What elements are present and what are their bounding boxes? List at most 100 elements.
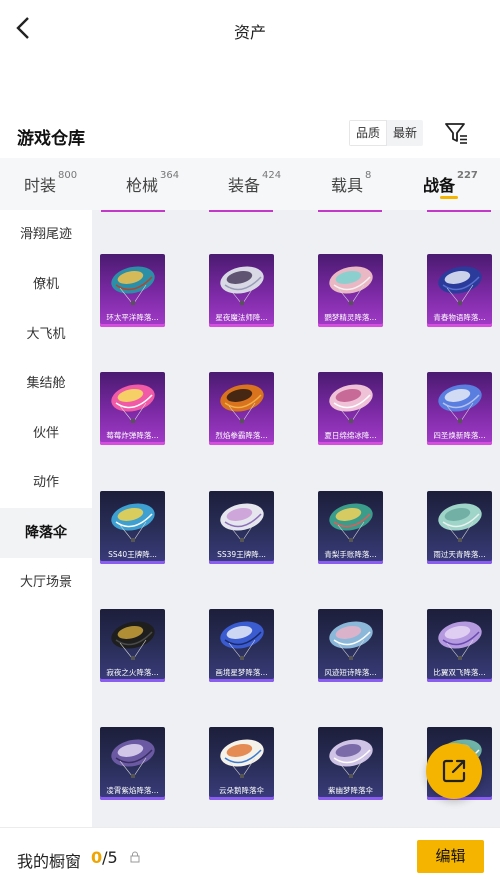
item-card[interactable]: 四圣焕新降落... bbox=[427, 372, 492, 445]
item-name: 比翼双飞降落... bbox=[433, 668, 486, 677]
parachute-icon bbox=[220, 384, 264, 423]
item-card[interactable]: 夏日绵绵冰降... bbox=[318, 372, 383, 445]
parachute-icon bbox=[438, 503, 482, 542]
item-name: 画境星梦降落... bbox=[215, 668, 268, 677]
showcase-total: /5 bbox=[102, 848, 118, 867]
sidebar-item-big-plane[interactable]: 大飞机 bbox=[0, 310, 92, 360]
parachute-icon bbox=[111, 503, 155, 542]
item-card[interactable]: 紫幽梦降落伞 bbox=[318, 727, 383, 800]
item-name: SS39王牌降... bbox=[217, 550, 266, 559]
tab-label: 装备 bbox=[228, 176, 261, 195]
sort-option-newest[interactable]: 最新 bbox=[387, 120, 423, 146]
showcase-label: 我的橱窗 bbox=[17, 852, 82, 871]
item-name: 星夜魔法师降... bbox=[215, 313, 268, 322]
tab-battle-gear[interactable]: 战备227 bbox=[423, 170, 478, 196]
parachute-icon bbox=[438, 384, 482, 423]
parachute-icon bbox=[111, 266, 155, 305]
item-name: 寂夜之火降落... bbox=[106, 668, 159, 677]
sidebar-item-companion[interactable]: 伙伴 bbox=[0, 409, 92, 459]
sidebar-item-parachute[interactable]: 降落伞 bbox=[0, 508, 92, 558]
item-card[interactable]: 莓莓炸弹降落... bbox=[100, 372, 165, 445]
filter-icon[interactable] bbox=[443, 120, 469, 146]
card-edge bbox=[318, 210, 382, 212]
item-name: 紫幽梦降落伞 bbox=[328, 786, 373, 795]
item-card[interactable]: 星夜魔法师降... bbox=[209, 254, 274, 327]
card-edge bbox=[101, 210, 165, 212]
item-name: 雨过天青降落... bbox=[433, 550, 486, 559]
parachute-icon bbox=[220, 266, 264, 305]
tab-count: 364 bbox=[160, 170, 180, 181]
tab-label: 时装 bbox=[24, 176, 57, 195]
item-card[interactable]: 寂夜之火降落... bbox=[100, 609, 165, 682]
item-name: 青春物语降落... bbox=[433, 313, 486, 322]
item-name: SS40王牌降... bbox=[108, 550, 157, 559]
item-name: 鹦梦精灵降落... bbox=[324, 313, 377, 322]
sort-option-quality[interactable]: 品质 bbox=[349, 120, 388, 146]
item-card[interactable]: 画境星梦降落... bbox=[209, 609, 274, 682]
tab-count: 227 bbox=[457, 170, 478, 181]
tab-count: 800 bbox=[58, 170, 78, 181]
section-header: 游戏仓库 品质 最新 bbox=[0, 120, 500, 152]
showcase-bar: 我的橱窗 0/5 编辑 bbox=[0, 827, 500, 885]
sidebar-item-lobby-scene[interactable]: 大厅场景 bbox=[0, 558, 92, 608]
section-title: 游戏仓库 bbox=[17, 129, 85, 149]
share-external-icon bbox=[442, 759, 466, 783]
showcase-count: 0/5 bbox=[91, 848, 118, 867]
item-name: 云朵鹅降落伞 bbox=[219, 786, 264, 795]
share-button[interactable] bbox=[426, 743, 482, 799]
tab-count: 424 bbox=[262, 170, 282, 181]
showcase-current: 0 bbox=[91, 848, 103, 867]
parachute-icon bbox=[329, 621, 373, 660]
sidebar-item-wingman[interactable]: 僚机 bbox=[0, 260, 92, 310]
parachute-icon bbox=[329, 384, 373, 423]
tab-weapons[interactable]: 枪械364 bbox=[126, 170, 180, 196]
item-name: 四圣焕新降落... bbox=[433, 431, 486, 440]
item-card[interactable]: 环太平洋降落... bbox=[100, 254, 165, 327]
edit-button[interactable]: 编辑 bbox=[417, 840, 484, 873]
tab-equipment[interactable]: 装备424 bbox=[228, 170, 282, 196]
parachute-icon bbox=[329, 503, 373, 542]
active-tab-indicator bbox=[440, 196, 458, 199]
parachute-icon bbox=[329, 739, 373, 778]
card-edge bbox=[209, 210, 273, 212]
sidebar-item-rally-pod[interactable]: 集结舱 bbox=[0, 359, 92, 409]
item-grid: 环太平洋降落... 星夜魔法师降... 鹦梦精灵降落... 青春物语降落... 莓莓炸弹… bbox=[92, 210, 500, 827]
parachute-icon bbox=[438, 266, 482, 305]
parachute-icon bbox=[111, 621, 155, 660]
parachute-icon bbox=[438, 621, 482, 660]
item-name: 环太平洋降落... bbox=[106, 313, 159, 322]
top-bar: 资产 bbox=[0, 0, 500, 58]
parachute-icon bbox=[220, 621, 264, 660]
item-card[interactable]: 比翼双飞降落... bbox=[427, 609, 492, 682]
sidebar-item-glide-trail[interactable]: 滑翔尾迹 bbox=[0, 210, 92, 260]
item-card[interactable]: 风迹短诗降落... bbox=[318, 609, 383, 682]
sort-toggle: 品质 最新 bbox=[349, 120, 424, 146]
item-name: 青梨手账降落... bbox=[324, 550, 377, 559]
item-card[interactable]: 烈焰拳霸降落... bbox=[209, 372, 274, 445]
sidebar-item-emote[interactable]: 动作 bbox=[0, 458, 92, 508]
lock-icon bbox=[130, 851, 140, 863]
item-name: 夏日绵绵冰降... bbox=[324, 431, 377, 440]
tab-fashion[interactable]: 时装800 bbox=[24, 170, 78, 196]
item-name: 凌霄紫焰降落... bbox=[106, 786, 159, 795]
item-card[interactable]: 青春物语降落... bbox=[427, 254, 492, 327]
item-name: 烈焰拳霸降落... bbox=[215, 431, 268, 440]
tab-label: 载具 bbox=[331, 176, 364, 195]
item-card[interactable]: 鹦梦精灵降落... bbox=[318, 254, 383, 327]
item-card[interactable]: 青梨手账降落... bbox=[318, 491, 383, 564]
item-card[interactable]: 雨过天青降落... bbox=[427, 491, 492, 564]
tab-count: 8 bbox=[365, 170, 372, 181]
tab-vehicles[interactable]: 载具8 bbox=[331, 170, 372, 196]
item-card[interactable]: SS40王牌降... bbox=[100, 491, 165, 564]
card-edge bbox=[427, 210, 491, 212]
parachute-icon bbox=[111, 384, 155, 423]
category-tabs: 时装800 枪械364 装备424 载具8 战备227 bbox=[0, 158, 500, 210]
item-name: 风迹短诗降落... bbox=[324, 668, 377, 677]
parachute-icon bbox=[111, 739, 155, 778]
item-card[interactable]: 凌霄紫焰降落... bbox=[100, 727, 165, 800]
parachute-icon bbox=[220, 739, 264, 778]
tab-label: 战备 bbox=[423, 176, 456, 195]
item-card[interactable]: SS39王牌降... bbox=[209, 491, 274, 564]
item-card[interactable]: 云朵鹅降落伞 bbox=[209, 727, 274, 800]
tab-label: 枪械 bbox=[126, 176, 159, 195]
